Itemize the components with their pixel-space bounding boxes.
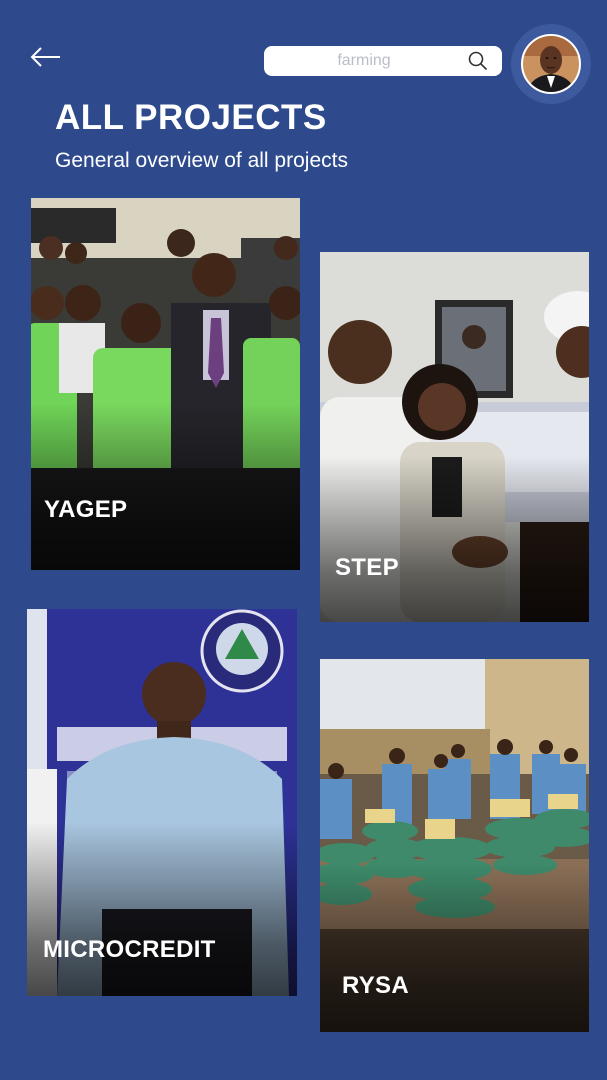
card-shade	[31, 402, 300, 570]
project-label: YAGEP	[44, 496, 128, 523]
back-button[interactable]	[28, 42, 64, 72]
page-subtitle: General overview of all projects	[55, 149, 348, 172]
search-icon[interactable]	[468, 51, 488, 71]
card-shade	[320, 455, 589, 622]
search-bar	[264, 46, 502, 76]
page-title: ALL PROJECTS	[55, 98, 327, 137]
project-label: RYSA	[342, 972, 409, 999]
search-input[interactable]	[264, 46, 464, 76]
project-label: STEP	[335, 554, 399, 581]
arrow-left-icon	[30, 47, 60, 67]
avatar	[521, 34, 581, 94]
project-card-rysa[interactable]: RYSA	[320, 659, 589, 1032]
project-card-step[interactable]: STEP	[320, 252, 589, 622]
project-card-microcredit[interactable]: MICROCREDIT	[27, 609, 297, 996]
profile-avatar-button[interactable]	[511, 24, 591, 104]
card-shade	[27, 821, 297, 996]
project-card-yagep[interactable]: YAGEP	[31, 198, 300, 570]
project-label: MICROCREDIT	[43, 936, 216, 963]
card-shade	[320, 864, 589, 1032]
